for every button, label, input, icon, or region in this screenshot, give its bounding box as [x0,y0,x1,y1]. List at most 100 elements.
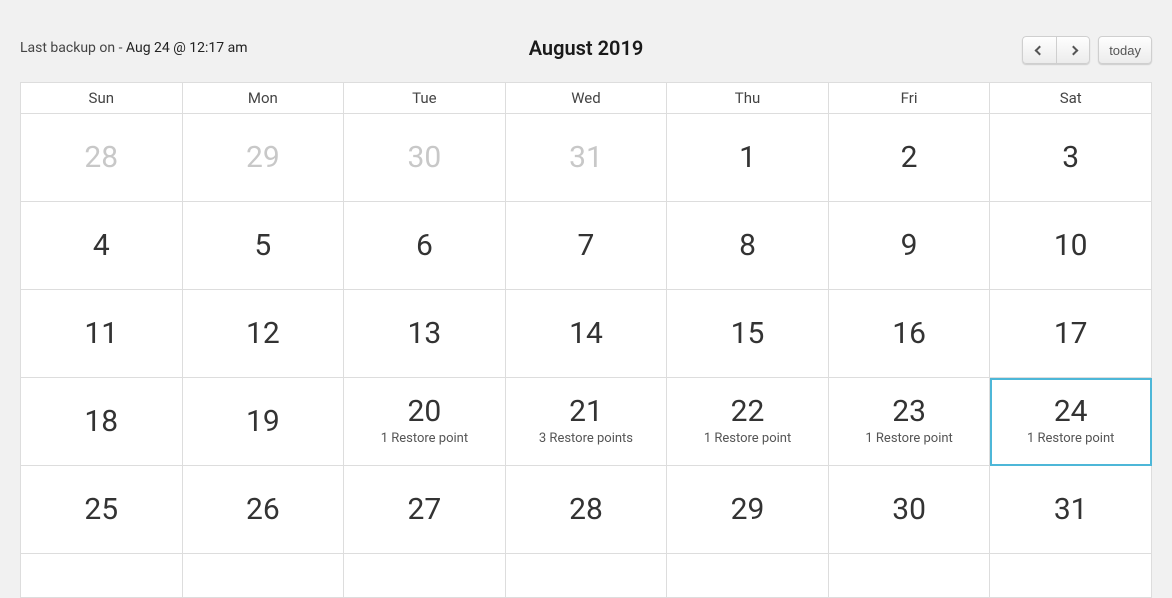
calendar-day[interactable]: 18 [21,378,183,466]
calendar-day [505,554,667,598]
day-number: 13 [344,319,505,349]
restore-point-label: 1 Restore point [344,431,505,446]
day-number: 2 [829,143,990,173]
calendar-day[interactable]: 22 1 Restore point [667,378,829,466]
calendar-day[interactable]: 28 [21,114,183,202]
day-number: 31 [990,495,1151,525]
calendar-day[interactable]: 24 1 Restore point [990,378,1152,466]
calendar-day[interactable]: 12 [182,290,344,378]
day-number: 18 [21,407,182,437]
day-number: 17 [990,319,1151,349]
day-number: 4 [21,231,182,261]
day-header: Thu [667,83,829,114]
restore-point-label: 1 Restore point [829,431,990,446]
day-number: 26 [183,495,344,525]
calendar-day[interactable]: 14 [505,290,667,378]
calendar-day[interactable]: 4 [21,202,183,290]
day-number: 29 [183,143,344,173]
day-number: 12 [183,319,344,349]
day-number: 21 [506,397,667,427]
day-number: 29 [667,495,828,525]
day-number: 9 [829,231,990,261]
calendar-day[interactable]: 16 [828,290,990,378]
last-backup-label: Last backup on - Aug 24 @ 12:17 am [20,40,248,56]
calendar-day[interactable]: 6 [344,202,506,290]
calendar-day [828,554,990,598]
day-header: Sun [21,83,183,114]
day-number: 1 [667,143,828,173]
calendar-day[interactable]: 9 [828,202,990,290]
day-number: 24 [990,397,1151,427]
day-number: 10 [990,231,1151,261]
calendar-day[interactable]: 21 3 Restore points [505,378,667,466]
calendar-day[interactable]: 5 [182,202,344,290]
calendar-day [182,554,344,598]
day-header: Wed [505,83,667,114]
calendar-day[interactable]: 23 1 Restore point [828,378,990,466]
day-number: 14 [506,319,667,349]
calendar-day[interactable]: 30 [344,114,506,202]
calendar-day[interactable]: 15 [667,290,829,378]
day-number: 28 [21,143,182,173]
day-number: 6 [344,231,505,261]
calendar-day[interactable]: 13 [344,290,506,378]
calendar-day [344,554,506,598]
day-number: 28 [506,495,667,525]
day-number: 16 [829,319,990,349]
day-number: 5 [183,231,344,261]
day-number: 27 [344,495,505,525]
day-number: 20 [344,397,505,427]
today-button[interactable]: today [1098,36,1152,64]
restore-point-label: 1 Restore point [990,431,1151,446]
calendar-day [667,554,829,598]
day-header: Fri [828,83,990,114]
calendar-day[interactable]: 27 [344,466,506,554]
calendar-day[interactable]: 20 1 Restore point [344,378,506,466]
month-nav [1022,36,1090,64]
calendar-day[interactable]: 3 [990,114,1152,202]
calendar-day[interactable]: 29 [667,466,829,554]
day-number: 11 [21,319,182,349]
calendar-day[interactable]: 1 [667,114,829,202]
last-backup-date: Aug 24 @ 12:17 am [126,40,248,56]
calendar-day[interactable]: 25 [21,466,183,554]
calendar-day[interactable]: 2 [828,114,990,202]
calendar-day[interactable]: 31 [990,466,1152,554]
calendar-day[interactable]: 19 [182,378,344,466]
chevron-left-icon [1035,45,1045,55]
day-number: 30 [344,143,505,173]
day-number: 7 [506,231,667,261]
calendar-day[interactable]: 11 [21,290,183,378]
backup-calendar: SunMonTueWedThuFriSat 282930311234567891… [20,82,1152,598]
restore-point-label: 3 Restore points [506,431,667,446]
day-header: Tue [344,83,506,114]
day-number: 15 [667,319,828,349]
day-number: 8 [667,231,828,261]
prev-month-button[interactable] [1022,36,1056,64]
day-header: Mon [182,83,344,114]
day-number: 25 [21,495,182,525]
calendar-day[interactable]: 7 [505,202,667,290]
calendar-day[interactable]: 26 [182,466,344,554]
day-number: 23 [829,397,990,427]
day-number: 31 [506,143,667,173]
calendar-day[interactable]: 8 [667,202,829,290]
calendar-day [21,554,183,598]
calendar-day [990,554,1152,598]
last-backup-prefix: Last backup on - [20,40,126,56]
day-number: 19 [183,407,344,437]
next-month-button[interactable] [1056,36,1090,64]
day-number: 3 [990,143,1151,173]
calendar-day[interactable]: 30 [828,466,990,554]
calendar-day[interactable]: 28 [505,466,667,554]
chevron-right-icon [1068,45,1078,55]
day-number: 30 [829,495,990,525]
calendar-day[interactable]: 29 [182,114,344,202]
day-header: Sat [990,83,1152,114]
restore-point-label: 1 Restore point [667,431,828,446]
calendar-day[interactable]: 31 [505,114,667,202]
calendar-day[interactable]: 17 [990,290,1152,378]
calendar-day[interactable]: 10 [990,202,1152,290]
day-number: 22 [667,397,828,427]
month-title: August 2019 [529,36,644,60]
